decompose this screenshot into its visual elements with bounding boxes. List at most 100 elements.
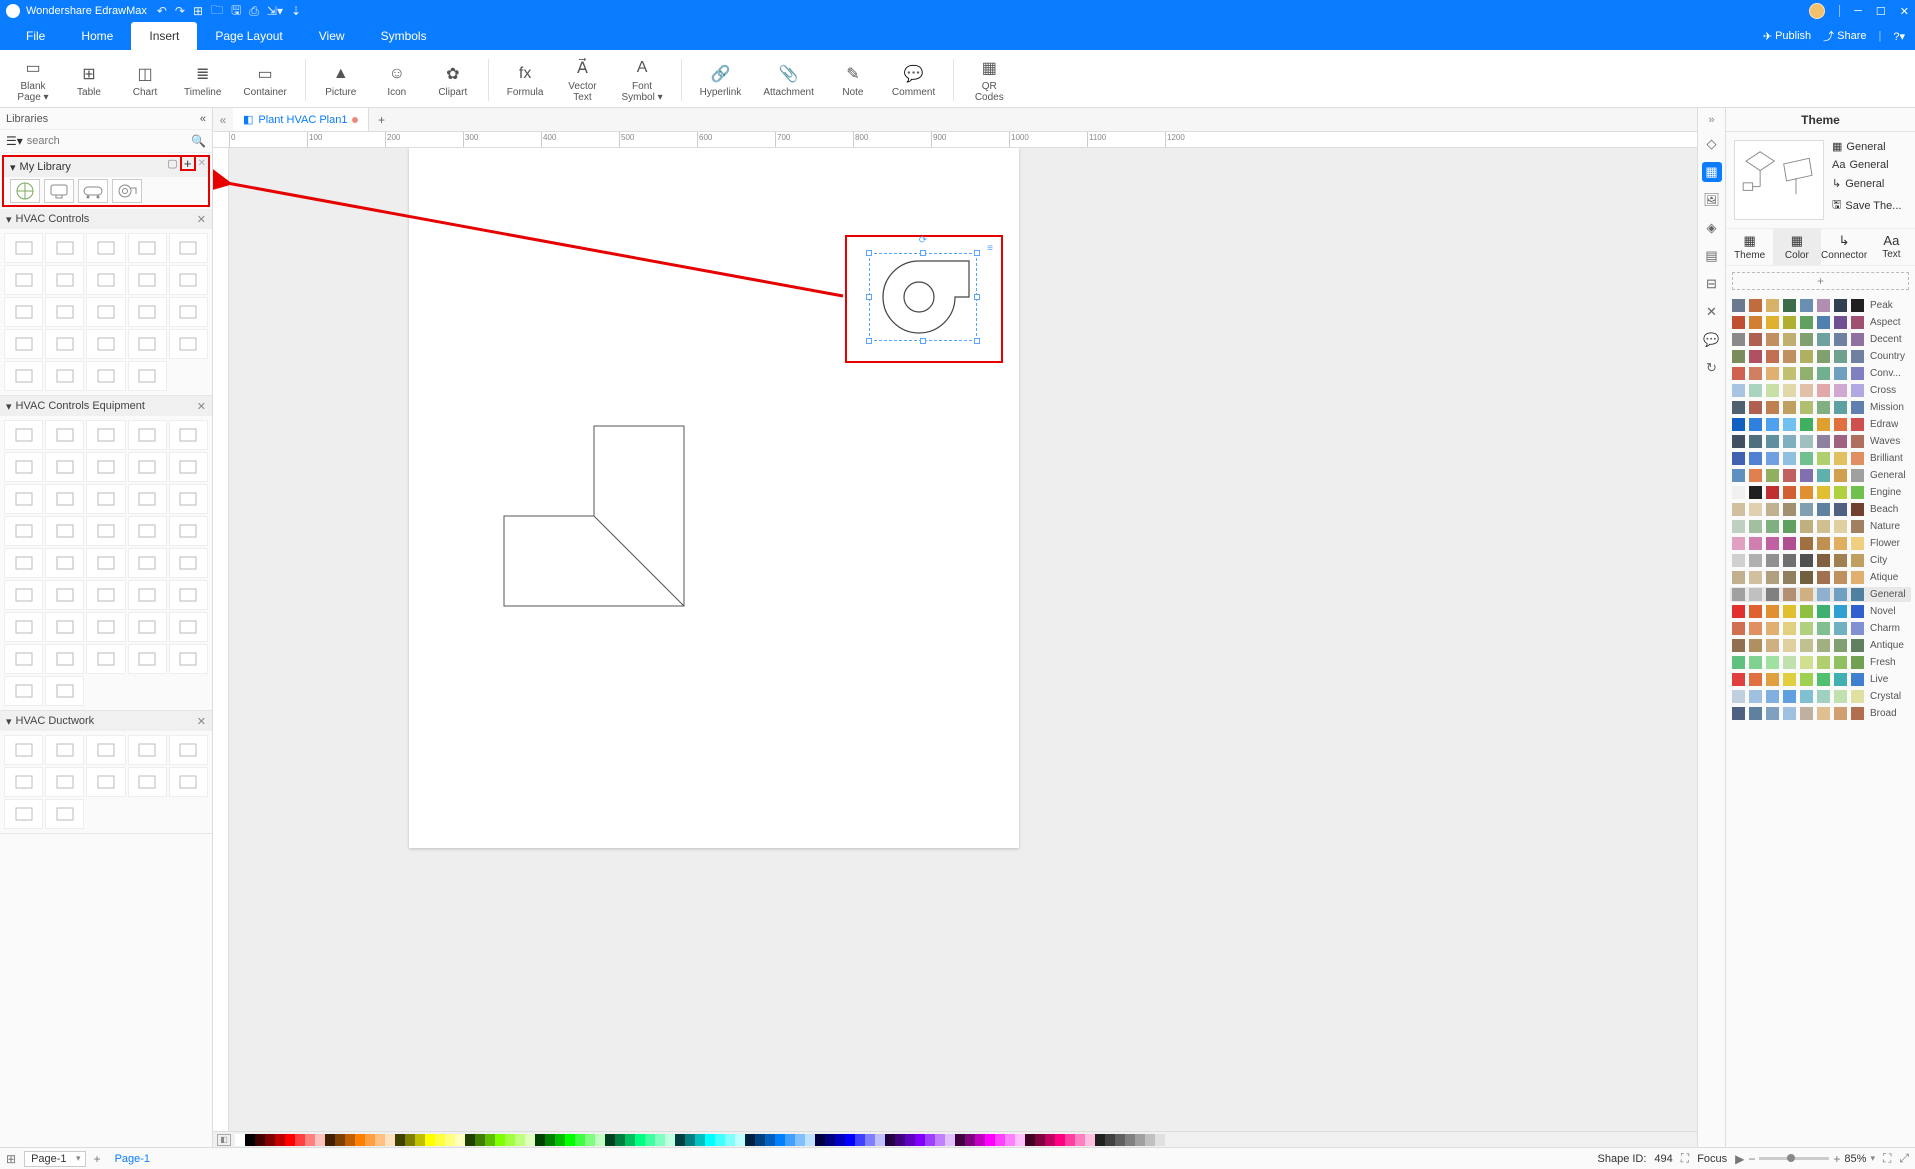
- shape-cell[interactable]: [4, 233, 43, 263]
- color-swatch[interactable]: [885, 1134, 895, 1146]
- color-swatch[interactable]: [785, 1134, 795, 1146]
- color-swatch[interactable]: [1145, 1134, 1155, 1146]
- color-swatch[interactable]: [505, 1134, 515, 1146]
- ribbon-font[interactable]: AFontSymbol ▾: [613, 53, 670, 107]
- color-swatch[interactable]: [815, 1134, 825, 1146]
- scheme-decent[interactable]: Decent: [1730, 332, 1911, 347]
- tab-insert[interactable]: Insert: [131, 22, 197, 50]
- shape-cell[interactable]: [4, 548, 43, 578]
- fit-page-icon[interactable]: ⛶: [1883, 1151, 1891, 1166]
- color-swatch[interactable]: [705, 1134, 715, 1146]
- focus-icon[interactable]: ⛶: [1681, 1151, 1689, 1166]
- libraries-collapse-icon[interactable]: «: [200, 113, 206, 125]
- focus-label[interactable]: Focus: [1697, 1153, 1727, 1165]
- shape-cell[interactable]: [45, 644, 84, 674]
- rightstrip-data-icon[interactable]: ⊟: [1702, 274, 1722, 294]
- shape-cell[interactable]: [86, 233, 125, 263]
- shape-cell[interactable]: [128, 297, 167, 327]
- mylib-close-icon[interactable]: ✕: [198, 158, 206, 169]
- ribbon-chart[interactable]: ◫Chart: [120, 53, 170, 107]
- shape-cell[interactable]: [45, 329, 84, 359]
- color-swatch[interactable]: [295, 1134, 305, 1146]
- color-swatch[interactable]: [995, 1134, 1005, 1146]
- tab-symbols[interactable]: Symbols: [363, 22, 445, 50]
- color-swatch[interactable]: [325, 1134, 335, 1146]
- color-swatch[interactable]: [835, 1134, 845, 1146]
- window-maximize-icon[interactable]: ☐: [1876, 5, 1886, 18]
- shape-cell[interactable]: [169, 233, 208, 263]
- rightstrip-image-icon[interactable]: 🖼: [1702, 190, 1722, 210]
- scheme-live[interactable]: Live: [1730, 672, 1911, 687]
- shape-cell[interactable]: [4, 484, 43, 514]
- scheme-mission[interactable]: Mission: [1730, 400, 1911, 415]
- color-swatch[interactable]: [865, 1134, 875, 1146]
- shape-cell[interactable]: [86, 612, 125, 642]
- shape-cell[interactable]: [4, 516, 43, 546]
- color-swatch[interactable]: [795, 1134, 805, 1146]
- color-swatch[interactable]: [655, 1134, 665, 1146]
- ribbon-icon[interactable]: ☺Icon: [372, 53, 422, 107]
- shape-cell[interactable]: [128, 233, 167, 263]
- page-selector[interactable]: Page-1: [24, 1151, 85, 1167]
- shape-cell[interactable]: [86, 420, 125, 450]
- shape-cell[interactable]: [4, 799, 43, 829]
- shape-cell[interactable]: [45, 420, 84, 450]
- color-swatch[interactable]: [485, 1134, 495, 1146]
- scheme-conv[interactable]: Conv...: [1730, 366, 1911, 381]
- shape-cell[interactable]: [128, 548, 167, 578]
- shape-cell[interactable]: [45, 484, 84, 514]
- library-menu-icon[interactable]: ☰▾: [6, 134, 23, 148]
- shape-cell[interactable]: [45, 452, 84, 482]
- color-swatch[interactable]: [1095, 1134, 1105, 1146]
- mylib-shape-1[interactable]: [10, 179, 40, 203]
- ribbon-clipart[interactable]: ✿Clipart: [428, 53, 478, 107]
- shape-cell[interactable]: [86, 548, 125, 578]
- zoom-out-button[interactable]: −: [1748, 1152, 1755, 1166]
- save-icon[interactable]: 🖫: [231, 1, 241, 22]
- scheme-cross[interactable]: Cross: [1730, 383, 1911, 398]
- rightstrip-comment-icon[interactable]: 💬: [1702, 330, 1722, 350]
- tab-home[interactable]: Home: [63, 22, 131, 50]
- theme-subtab-theme[interactable]: ▦Theme: [1726, 229, 1773, 265]
- shape-cell[interactable]: [86, 452, 125, 482]
- color-swatch[interactable]: [925, 1134, 935, 1146]
- rightstrip-prop-icon[interactable]: ◇: [1702, 134, 1722, 154]
- color-swatch[interactable]: [715, 1134, 725, 1146]
- shape-cell[interactable]: [128, 361, 167, 391]
- scheme-country[interactable]: Country: [1730, 349, 1911, 364]
- shape-cell[interactable]: [4, 676, 43, 706]
- color-swatch[interactable]: [1035, 1134, 1045, 1146]
- color-swatch[interactable]: [1065, 1134, 1075, 1146]
- color-swatch[interactable]: [395, 1134, 405, 1146]
- document-tab[interactable]: ◧ Plant HVAC Plan1: [233, 108, 369, 131]
- ribbon-attachment[interactable]: 📎Attachment: [755, 53, 822, 107]
- scheme-beach[interactable]: Beach: [1730, 502, 1911, 517]
- shape-cell[interactable]: [169, 644, 208, 674]
- shape-cell[interactable]: [4, 265, 43, 295]
- rightstrip-layers-icon[interactable]: ◈: [1702, 218, 1722, 238]
- scheme-flower[interactable]: Flower: [1730, 536, 1911, 551]
- color-swatch[interactable]: [455, 1134, 465, 1146]
- shape-cell[interactable]: [86, 361, 125, 391]
- shape-cell[interactable]: [128, 580, 167, 610]
- shape-cell[interactable]: [169, 767, 208, 797]
- scheme-broad[interactable]: Broad: [1730, 706, 1911, 721]
- color-swatch[interactable]: [1025, 1134, 1035, 1146]
- color-swatch[interactable]: [445, 1134, 455, 1146]
- color-swatch[interactable]: [355, 1134, 365, 1146]
- color-swatch[interactable]: [595, 1134, 605, 1146]
- color-swatch[interactable]: [725, 1134, 735, 1146]
- color-swatch[interactable]: [255, 1134, 265, 1146]
- shape-cell[interactable]: [45, 233, 84, 263]
- canvas[interactable]: ⟳ ≡: [229, 148, 1697, 1131]
- color-swatch[interactable]: [305, 1134, 315, 1146]
- color-swatch[interactable]: [285, 1134, 295, 1146]
- color-swatch[interactable]: [405, 1134, 415, 1146]
- color-swatch[interactable]: [565, 1134, 575, 1146]
- shape-cell[interactable]: [4, 452, 43, 482]
- scheme-charm[interactable]: Charm: [1730, 621, 1911, 636]
- shape-cell[interactable]: [4, 644, 43, 674]
- shape-cell[interactable]: [169, 420, 208, 450]
- zoom-slider[interactable]: [1759, 1157, 1829, 1160]
- color-swatch[interactable]: [765, 1134, 775, 1146]
